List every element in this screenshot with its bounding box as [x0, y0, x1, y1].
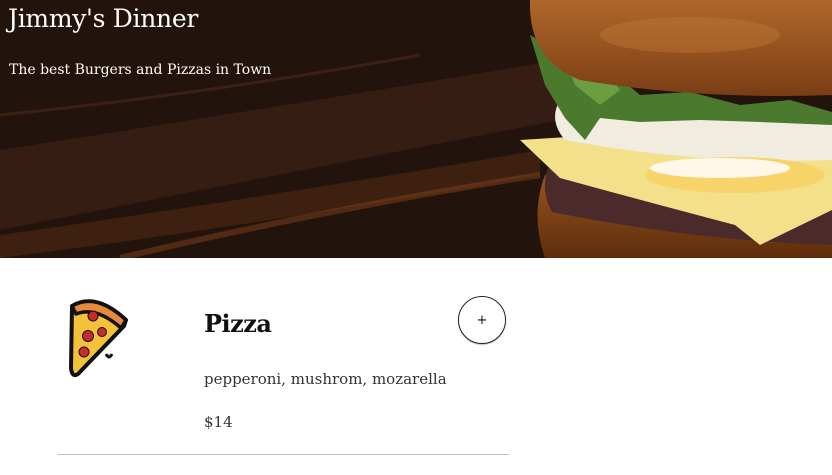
site-subtitle: The best Burgers and Pizzas in Town	[9, 62, 272, 78]
pizza-slice-icon	[69, 299, 128, 378]
hero-banner: Jimmy's Dinner The best Burgers and Pizz…	[0, 0, 832, 258]
burger-photo	[0, 0, 832, 258]
site-title: Jimmy's Dinner	[8, 4, 198, 33]
item-price: $14	[204, 413, 233, 431]
add-to-order-button[interactable]: +	[458, 296, 506, 344]
menu-list: Pizza pepperoni, mushrom, mozarella $14 …	[58, 258, 509, 455]
item-name: Pizza	[204, 309, 272, 338]
item-ingredients: pepperoni, mushrom, mozarella	[204, 370, 447, 388]
